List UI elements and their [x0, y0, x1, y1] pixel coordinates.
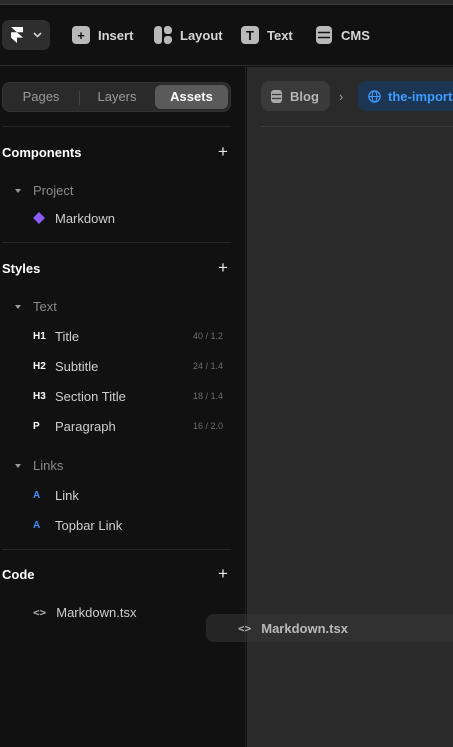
breadcrumb-blog[interactable]: Blog	[261, 81, 330, 111]
style-item-label: Section Title	[55, 388, 126, 404]
chevron-down-icon	[33, 32, 42, 38]
drag-ghost-label: Markdown.tsx	[261, 620, 348, 636]
link-tag: A	[33, 489, 41, 501]
style-item-label: Link	[55, 487, 79, 503]
caret-down-icon	[15, 304, 21, 309]
canvas-divider	[261, 126, 453, 127]
code-brackets-icon: <>	[238, 621, 252, 635]
code-heading: Code	[2, 567, 35, 582]
framer-logo-icon	[11, 27, 23, 43]
style-item-label: Title	[55, 328, 80, 344]
canvas-area[interactable]: Blog › the-importa	[247, 67, 453, 747]
style-item-section-title[interactable]: H3 Section Title 18 / 1.4	[33, 388, 223, 404]
style-item-paragraph[interactable]: P Paragraph 16 / 2.0	[33, 418, 223, 434]
insert-label: Insert	[98, 27, 134, 43]
links-group-toggle[interactable]: Links	[15, 458, 63, 473]
component-item-label: Markdown	[55, 210, 115, 226]
database-icon	[271, 89, 282, 103]
code-item-markdown-tsx[interactable]: <> Markdown.tsx	[33, 604, 223, 620]
breadcrumb-page[interactable]: the-importa	[358, 81, 453, 111]
style-item-subtitle[interactable]: H2 Subtitle 24 / 1.4	[33, 358, 223, 374]
style-tag: H1	[33, 330, 46, 342]
caret-down-icon	[15, 463, 21, 468]
text-button[interactable]: T Text	[241, 25, 293, 45]
style-item-label: Topbar Link	[55, 517, 123, 533]
plus-square-icon: +	[72, 26, 90, 44]
text-styles-group-label: Text	[33, 299, 57, 314]
divider	[2, 126, 231, 127]
add-code-button[interactable]: +	[218, 565, 228, 582]
style-tag: P	[33, 420, 40, 432]
tab-pages[interactable]: Pages	[5, 85, 77, 109]
code-item-label: Markdown.tsx	[56, 604, 137, 620]
text-label: Text	[267, 27, 293, 43]
style-item-meta: 18 / 1.4	[192, 391, 223, 401]
caret-down-icon	[15, 188, 21, 193]
layout-label: Layout	[180, 27, 223, 43]
link-tag: A	[33, 519, 41, 531]
cms-button[interactable]: CMS	[315, 25, 370, 45]
drag-ghost-markdown-tsx: <> Markdown.tsx	[206, 614, 453, 642]
sidebar-tabs: Pages Layers Assets	[2, 82, 231, 112]
component-diamond-icon	[33, 212, 45, 224]
component-item-markdown[interactable]: Markdown	[33, 210, 223, 226]
style-item-meta: 16 / 2.0	[192, 421, 223, 431]
style-item-link[interactable]: A Link	[33, 487, 223, 503]
globe-icon	[368, 89, 381, 103]
text-styles-group-toggle[interactable]: Text	[15, 299, 57, 314]
database-icon	[316, 26, 332, 44]
insert-button[interactable]: + Insert	[72, 25, 133, 45]
tab-assets[interactable]: Assets	[155, 85, 228, 109]
add-style-button[interactable]: +	[218, 259, 228, 276]
tab-divider	[79, 91, 80, 105]
cms-label: CMS	[341, 27, 370, 43]
top-toolbar: + Insert Layout T Text CMS	[0, 5, 453, 66]
style-item-topbar-link[interactable]: A Topbar Link	[33, 517, 223, 533]
tab-layers[interactable]: Layers	[81, 85, 153, 109]
styles-heading: Styles	[2, 261, 41, 276]
project-group-toggle[interactable]: Project	[15, 183, 73, 198]
style-item-label: Subtitle	[55, 358, 99, 374]
style-item-meta: 24 / 1.4	[192, 361, 223, 371]
assets-sidebar: Pages Layers Assets Components + Project…	[0, 67, 246, 747]
style-tag: H3	[33, 390, 46, 402]
app-menu-button[interactable]	[2, 20, 50, 50]
layout-grid-icon	[154, 26, 172, 44]
breadcrumb-page-label: the-importa	[388, 88, 453, 104]
links-group-label: Links	[33, 458, 64, 473]
divider	[2, 549, 231, 550]
add-component-button[interactable]: +	[218, 143, 228, 160]
style-item-title[interactable]: H1 Title 40 / 1.2	[33, 328, 223, 344]
style-tag: H2	[33, 360, 46, 372]
style-item-label: Paragraph	[55, 418, 116, 434]
breadcrumb-separator-icon: ›	[339, 89, 344, 104]
code-brackets-icon: <>	[33, 605, 47, 619]
breadcrumb-blog-label: Blog	[290, 88, 319, 104]
text-t-icon: T	[241, 26, 259, 44]
components-heading: Components	[2, 145, 82, 160]
layout-button[interactable]: Layout	[154, 25, 223, 45]
style-item-meta: 40 / 1.2	[192, 331, 223, 341]
project-group-label: Project	[33, 183, 74, 198]
divider	[2, 242, 231, 243]
